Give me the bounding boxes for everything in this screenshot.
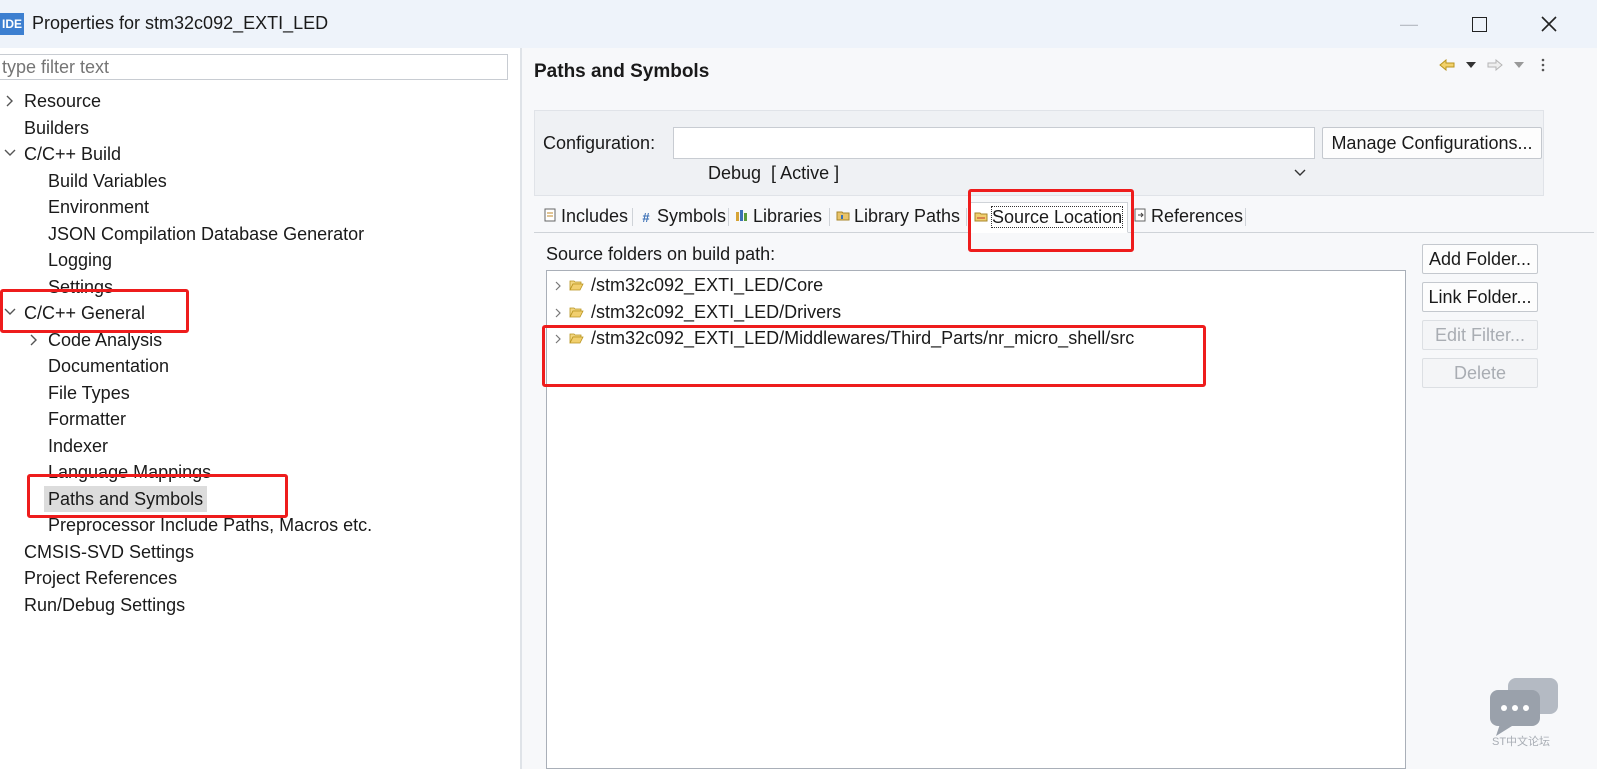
tab-separator [829,208,830,226]
library-path-icon [835,203,851,232]
chevron-down-icon[interactable] [4,148,16,160]
tree-item[interactable]: Builders [20,115,93,141]
property-page: Paths and Symbols Configuration: Debug [… [522,48,1597,769]
tree-item[interactable]: Environment [44,194,153,220]
tree-item-label: Build Variables [48,170,167,191]
tree-item[interactable]: File Types [44,380,134,406]
link-folder-button[interactable]: Link Folder... [1422,282,1538,312]
source-folder-path: /stm32c092_EXTI_LED/Drivers [591,301,842,322]
tree-item[interactable]: Indexer [44,433,112,459]
tree-item-label: Builders [24,117,90,138]
tab-library-paths[interactable]: Library Paths [831,202,960,231]
tree-item-label: Indexer [48,435,109,456]
tree-item-label: CMSIS-SVD Settings [24,541,195,562]
source-folders-label: Source folders on build path: [546,244,776,264]
include-icon [542,203,558,232]
chevron-right-icon[interactable] [28,334,40,346]
folder-open-icon [569,273,587,299]
tree-item[interactable]: Build Variables [44,168,171,194]
tree-item[interactable]: Logging [44,247,116,273]
minimize-icon: — [1400,13,1418,34]
tree-item-label: Project References [24,568,178,588]
forward-arrow-icon[interactable] [1486,56,1504,74]
forward-menu-icon[interactable] [1510,56,1528,74]
tree-item[interactable]: Documentation [44,353,173,379]
highlight-new-source-folder [542,325,1206,387]
tab-references[interactable]: References [1128,202,1243,231]
tab-separator [1245,208,1246,226]
add-folder-button[interactable]: Add Folder... [1422,244,1538,274]
close-icon [1541,16,1557,32]
tree-item[interactable]: JSON Compilation Database Generator [44,221,368,247]
library-icon [734,203,750,232]
chevron-right-icon[interactable] [4,95,16,107]
highlight-paths-and-symbols [27,474,288,518]
view-menu-icon[interactable] [1534,56,1552,74]
chevron-right-icon[interactable] [547,301,569,327]
tree-item[interactable]: Formatter [44,406,130,432]
tree-item-label: C/C++ Build [24,144,122,164]
tree-item-label: Run/Debug Settings [24,594,186,615]
chevron-right-icon[interactable] [547,274,569,300]
back-menu-icon[interactable] [1462,56,1480,74]
tree-item[interactable]: Resource [6,88,105,114]
tree-item[interactable]: C/C++ Build [4,141,125,167]
references-icon [1132,203,1148,232]
title-bar: IDE Properties for stm32c092_EXTI_LED — [0,0,1597,49]
edit-filter-button[interactable]: Edit Filter... [1422,320,1538,350]
tab-separator [728,208,729,226]
tree-item-label: JSON Compilation Database Generator [48,223,365,244]
filter-input[interactable] [0,54,508,80]
app-icon: IDE [0,13,24,35]
tab-separator [632,208,633,226]
window-title: Properties for stm32c092_EXTI_LED [32,13,329,33]
source-folder-row[interactable]: /stm32c092_EXTI_LED/Drivers [547,299,841,325]
tab-includes[interactable]: Includes [538,202,628,231]
tree-item-label: Formatter [48,409,127,429]
maximize-icon [1471,16,1487,32]
highlight-source-location-tab [968,189,1134,252]
tree-item[interactable]: Project References [20,565,181,591]
close-button[interactable] [1525,4,1573,44]
minimize-button[interactable]: — [1385,4,1433,44]
watermark-text: ST中文论坛 [1492,736,1551,748]
configuration-panel: Configuration: Debug [ Active ] Manage C… [534,110,1544,196]
properties-nav-pane: Resource Builders C/C++ Build Build Variabl… [0,48,520,769]
page-title: Paths and Symbols [534,61,710,82]
source-folder-row[interactable]: /stm32c092_EXTI_LED/Core [547,272,823,298]
tree-item-label: Resource [24,91,102,111]
back-arrow-icon[interactable] [1438,56,1456,74]
source-folder-path: /stm32c092_EXTI_LED/Core [591,275,824,295]
hash-icon: # [642,210,650,225]
delete-button[interactable]: Delete [1422,358,1538,388]
tree-item[interactable]: Run/Debug Settings [20,592,189,618]
tab-symbols[interactable]: # Symbols [634,202,726,231]
configuration-value: Debug [ Active ] [708,163,840,183]
tree-item[interactable]: CMSIS-SVD Settings [20,539,198,565]
folder-open-icon [569,300,587,326]
highlight-cpp-general [0,289,189,333]
maximize-button[interactable] [1455,4,1503,44]
configuration-label: Configuration: [543,133,656,153]
page-toolbar [1438,54,1552,76]
tab-separator [966,208,967,226]
tree-item-label: Logging [48,250,113,270]
tree-item-label: Documentation [48,356,170,376]
tree-item-label: File Types [48,382,130,403]
manage-configurations-button[interactable]: Manage Configurations... [1322,127,1542,159]
tree-item-label: Environment [48,197,150,217]
configuration-select[interactable]: Debug [ Active ] [673,127,1315,183]
tab-libraries[interactable]: Libraries [730,202,822,231]
